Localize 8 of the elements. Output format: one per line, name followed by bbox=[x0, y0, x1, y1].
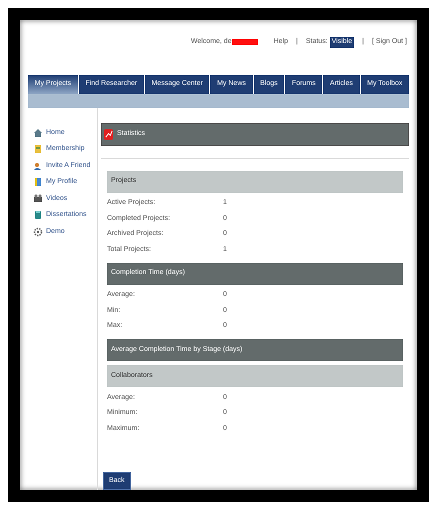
chart-icon bbox=[104, 128, 113, 140]
card-icon bbox=[33, 144, 43, 154]
redaction-mark bbox=[232, 39, 258, 46]
house-icon bbox=[33, 128, 43, 138]
gear-icon bbox=[33, 226, 43, 237]
profile-icon bbox=[33, 177, 43, 188]
video-icon bbox=[33, 194, 43, 204]
book-icon bbox=[33, 210, 43, 220]
